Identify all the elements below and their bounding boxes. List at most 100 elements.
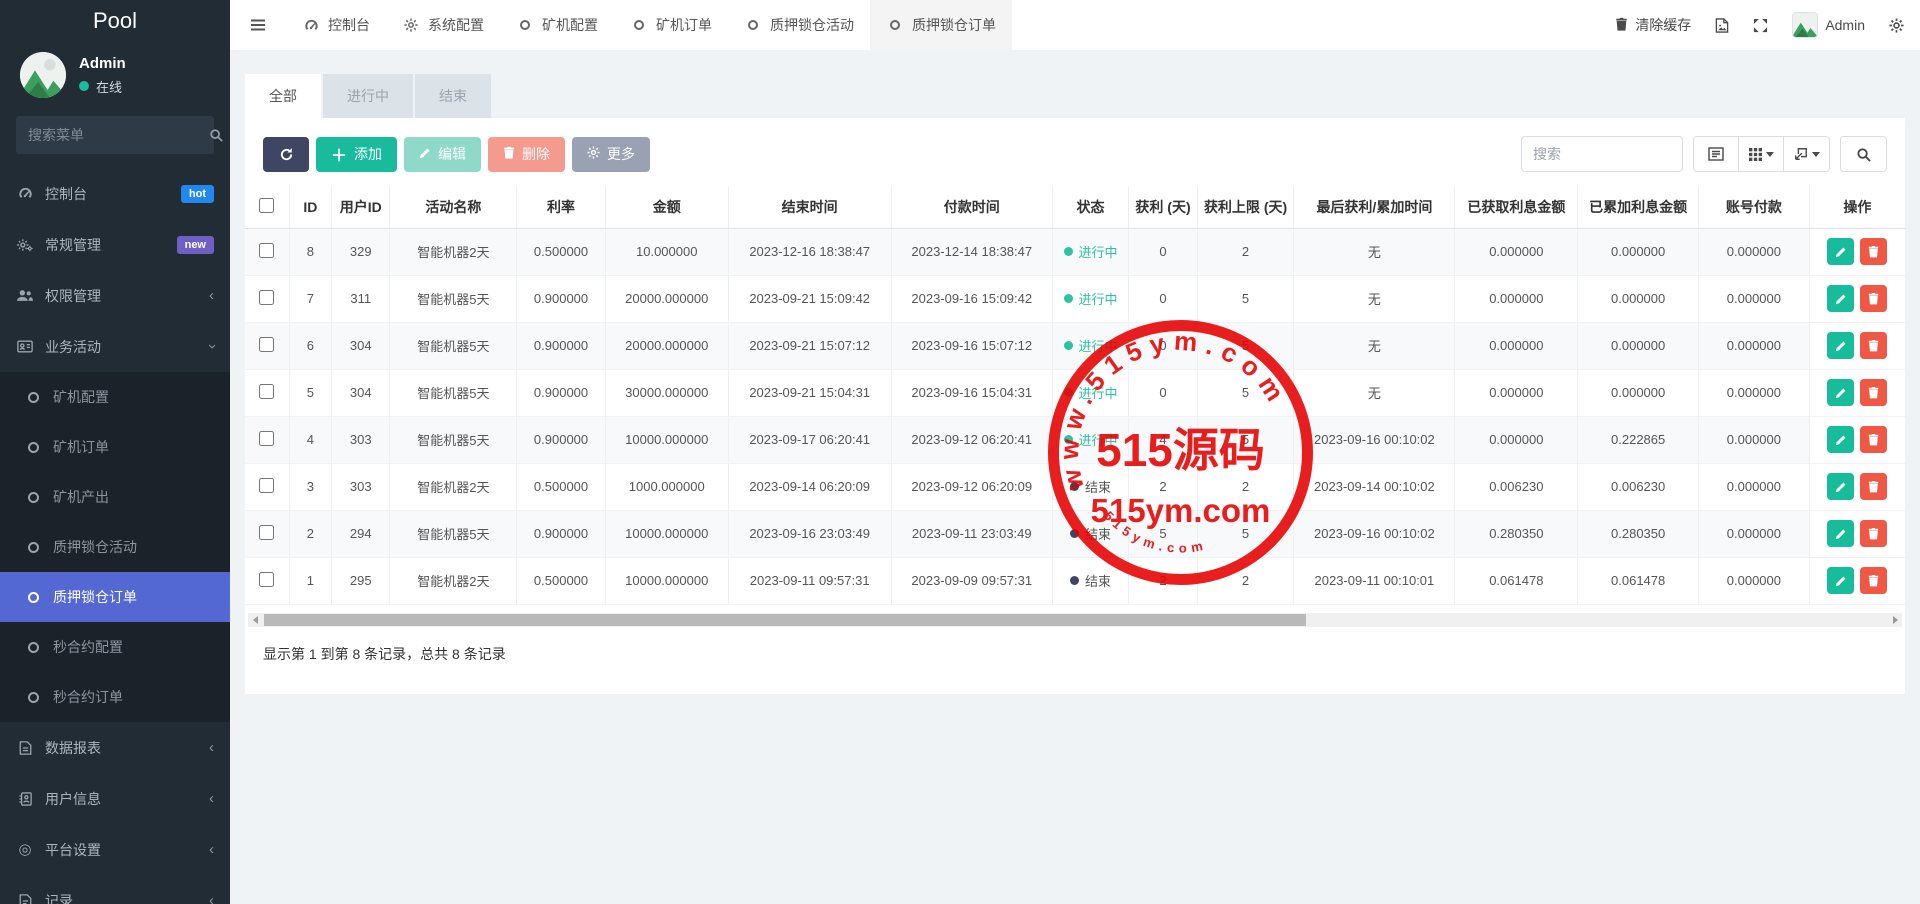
search-icon[interactable] — [209, 128, 223, 142]
cell-id: 8 — [289, 228, 331, 275]
row-delete-button[interactable] — [1860, 238, 1887, 265]
sidebar-subitem[interactable]: 矿机配置 — [0, 372, 230, 422]
column-header: 操作 — [1809, 186, 1905, 228]
row-checkbox[interactable] — [259, 384, 274, 399]
topnav-tab[interactable]: 控制台 — [286, 0, 386, 50]
sidebar-subitem[interactable]: 矿机产出 — [0, 472, 230, 522]
sidebar-subitem[interactable]: 质押锁仓活动 — [0, 522, 230, 572]
row-checkbox[interactable] — [259, 525, 274, 540]
column-header: 结束时间 — [728, 186, 891, 228]
fullscreen-icon[interactable] — [1753, 18, 1768, 33]
status-dot-icon — [1064, 247, 1073, 256]
cell-id: 1 — [289, 557, 331, 604]
sidebar-item[interactable]: 数据报表‹ — [0, 722, 230, 773]
topnav-tab[interactable]: 系统配置 — [386, 0, 500, 50]
filter-tab[interactable]: 全部 — [245, 74, 321, 118]
cell-rate: 0.900000 — [517, 275, 606, 322]
row-checkbox[interactable] — [259, 572, 274, 587]
select-all-checkbox[interactable] — [259, 198, 274, 213]
row-delete-button[interactable] — [1860, 520, 1887, 547]
filter-tab[interactable]: 进行中 — [323, 74, 413, 118]
row-checkbox[interactable] — [259, 431, 274, 446]
cell-profit-days: 0 — [1129, 369, 1197, 416]
sidebar-submenu: 矿机配置矿机订单矿机产出质押锁仓活动质押锁仓订单秒合约配置秒合约订单 — [0, 372, 230, 722]
pencil-icon — [1835, 293, 1847, 305]
edit-button[interactable]: 编辑 — [404, 137, 481, 172]
detail-view-button[interactable] — [1694, 137, 1739, 171]
column-header: 已累加利息金额 — [1578, 186, 1699, 228]
report-icon — [16, 741, 34, 755]
cell-account-payment: 0.000000 — [1699, 557, 1810, 604]
row-delete-button[interactable] — [1860, 332, 1887, 359]
sidebar-item[interactable]: 业务活动‹ — [0, 321, 230, 372]
row-edit-button[interactable] — [1827, 567, 1854, 594]
user-menu[interactable]: Admin — [1792, 12, 1865, 38]
column-header: 账号付款 — [1699, 186, 1810, 228]
avatar[interactable] — [20, 52, 66, 98]
sidebar-search-input[interactable] — [28, 127, 209, 143]
sidebar-item[interactable]: 常规管理new — [0, 219, 230, 270]
more-button[interactable]: 更多 — [572, 137, 650, 172]
cell-pay-time: 2023-09-12 06:20:41 — [891, 416, 1052, 463]
cell-user-id: 303 — [332, 416, 390, 463]
columns-button[interactable] — [1739, 137, 1784, 171]
pencil-icon — [1835, 528, 1847, 540]
row-edit-button[interactable] — [1827, 332, 1854, 359]
circle-icon — [24, 492, 42, 503]
row-delete-button[interactable] — [1860, 426, 1887, 453]
row-delete-button[interactable] — [1860, 285, 1887, 312]
filter-tab[interactable]: 结束 — [415, 74, 491, 118]
cell-end-time: 2023-09-21 15:04:31 — [728, 369, 891, 416]
advanced-search-button[interactable] — [1840, 136, 1887, 172]
sidebar-subitem[interactable]: 质押锁仓订单 — [0, 572, 230, 622]
sidebar-subitem[interactable]: 秒合约配置 — [0, 622, 230, 672]
row-edit-button[interactable] — [1827, 285, 1854, 312]
cell-id: 5 — [289, 369, 331, 416]
scroll-left-arrow[interactable] — [248, 613, 262, 627]
table-search-input[interactable] — [1521, 136, 1683, 172]
trash-icon — [1868, 386, 1879, 399]
hamburger-icon[interactable] — [230, 0, 286, 50]
row-delete-button[interactable] — [1860, 379, 1887, 406]
row-delete-button[interactable] — [1860, 473, 1887, 500]
row-checkbox[interactable] — [259, 290, 274, 305]
cell-profit-limit: 5 — [1197, 275, 1294, 322]
sidebar-item[interactable]: 权限管理‹ — [0, 270, 230, 321]
horizontal-scrollbar[interactable] — [248, 613, 1902, 627]
add-button[interactable]: ＋ 添加 — [316, 137, 397, 172]
sidebar-item[interactable]: 记录‹ — [0, 875, 230, 904]
sidebar-item[interactable]: 控制台hot — [0, 168, 230, 219]
row-edit-button[interactable] — [1827, 379, 1854, 406]
row-checkbox[interactable] — [259, 478, 274, 493]
topnav-tab[interactable]: 矿机订单 — [614, 0, 728, 50]
cell-account-payment: 0.000000 — [1699, 369, 1810, 416]
row-checkbox[interactable] — [259, 243, 274, 258]
row-edit-button[interactable] — [1827, 426, 1854, 453]
cell-amount: 10000.000000 — [605, 416, 728, 463]
row-delete-button[interactable] — [1860, 567, 1887, 594]
row-edit-button[interactable] — [1827, 238, 1854, 265]
delete-button[interactable]: 删除 — [488, 137, 565, 172]
table-row: 5304智能机器5天0.90000030000.0000002023-09-21… — [245, 369, 1905, 416]
refresh-button[interactable] — [263, 137, 309, 172]
scrollbar-thumb[interactable] — [264, 614, 1306, 626]
actions-cell — [1809, 557, 1905, 604]
sidebar-subitem[interactable]: 秒合约订单 — [0, 672, 230, 722]
topnav-tab[interactable]: 质押锁仓活动 — [728, 0, 870, 50]
topnav-tab[interactable]: 质押锁仓订单 — [870, 0, 1012, 50]
settings-gears-icon[interactable] — [1889, 18, 1904, 33]
sidebar-item[interactable]: ◎平台设置‹ — [0, 824, 230, 875]
topnav-tab[interactable]: 矿机配置 — [500, 0, 614, 50]
sidebar-item[interactable]: 用户信息‹ — [0, 773, 230, 824]
scroll-right-arrow[interactable] — [1888, 613, 1902, 627]
sidebar-subitem[interactable]: 矿机订单 — [0, 422, 230, 472]
cell-earned-interest: 0.000000 — [1455, 275, 1578, 322]
row-edit-button[interactable] — [1827, 473, 1854, 500]
file-image-icon[interactable] — [1715, 18, 1729, 33]
cell-last-profit-time: 2023-09-11 00:10:01 — [1294, 557, 1455, 604]
row-checkbox[interactable] — [259, 337, 274, 352]
row-edit-button[interactable] — [1827, 520, 1854, 547]
export-button[interactable] — [1784, 137, 1829, 171]
circle-icon — [24, 642, 42, 653]
clear-cache-button[interactable]: 清除缓存 — [1615, 15, 1691, 35]
